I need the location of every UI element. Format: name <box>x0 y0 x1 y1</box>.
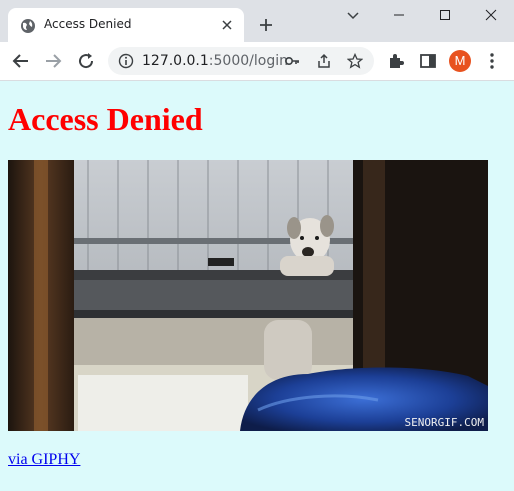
globe-icon <box>21 19 35 33</box>
minimize-icon <box>394 14 404 16</box>
url-path: :5000/login <box>208 53 288 69</box>
minimize-button[interactable] <box>376 0 422 30</box>
dog-gif-image: SENORGIF.COM <box>8 160 488 431</box>
browser-tab-active[interactable]: Access Denied <box>8 8 244 42</box>
url-text[interactable]: 127.0.0.1:5000/login <box>142 53 288 69</box>
chevron-down-icon[interactable] <box>346 10 360 20</box>
window-close-button[interactable] <box>468 0 514 30</box>
key-icon[interactable] <box>284 53 300 69</box>
more-icon[interactable] <box>482 51 502 71</box>
maximize-icon <box>440 10 450 20</box>
url-host: 127.0.0.1 <box>142 53 209 69</box>
gif-illustration <box>8 160 488 431</box>
info-icon[interactable] <box>118 53 134 69</box>
plus-icon[interactable] <box>258 17 274 33</box>
browser-titlebar: Access Denied <box>0 0 514 42</box>
side-panel-icon[interactable] <box>418 51 438 71</box>
star-icon[interactable] <box>347 53 363 69</box>
page-content: Access Denied SENORGIF.COM via GIPHY <box>0 81 514 491</box>
share-icon[interactable] <box>316 53 332 69</box>
browser-toolbar: 127.0.0.1:5000/login <box>0 42 514 81</box>
reload-icon[interactable] <box>76 51 96 71</box>
close-icon[interactable] <box>221 19 233 31</box>
back-icon[interactable] <box>11 51 31 71</box>
page-title: Access Denied <box>8 101 203 137</box>
address-bar[interactable]: 127.0.0.1:5000/login <box>108 47 374 75</box>
maximize-button[interactable] <box>422 0 468 30</box>
gif-watermark: SENORGIF.COM <box>404 416 484 429</box>
tab-title: Access Denied <box>44 17 132 31</box>
giphy-link[interactable]: via GIPHY <box>8 451 80 469</box>
window-close-icon <box>485 9 497 21</box>
extensions-icon[interactable] <box>386 51 406 71</box>
profile-avatar[interactable]: M <box>449 50 471 72</box>
forward-icon[interactable] <box>43 51 63 71</box>
